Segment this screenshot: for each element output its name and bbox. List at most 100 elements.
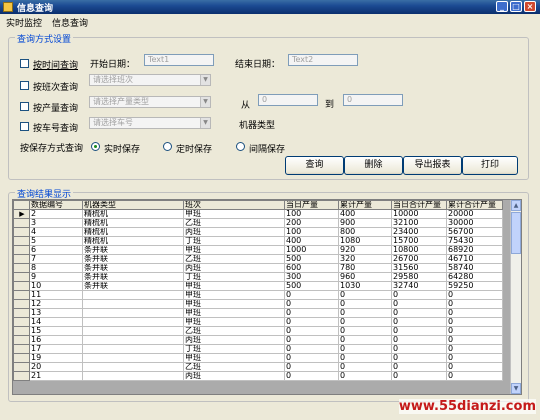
table-row[interactable]: 14 甲班 0 0 0 0	[13, 317, 503, 327]
table-cell[interactable]: 58740	[446, 263, 503, 273]
table-cell[interactable]: 0	[391, 362, 447, 372]
table-cell[interactable]: 0	[338, 299, 392, 309]
table-row[interactable]: 5 精梳机 丁班 400 1080 15700 75430	[13, 236, 503, 246]
query-button[interactable]: 查询	[285, 156, 344, 175]
table-cell[interactable]: 甲班	[183, 353, 285, 363]
scroll-up-icon[interactable]: ▲	[511, 200, 521, 211]
table-cell[interactable]: 500	[284, 254, 339, 264]
table-cell[interactable]: 0	[284, 308, 339, 318]
table-cell[interactable]: 0	[284, 362, 339, 372]
table-cell[interactable]: 丙班	[183, 227, 285, 237]
table-cell[interactable]: 10000	[391, 209, 447, 219]
table-cell[interactable]: 0	[338, 335, 392, 345]
table-cell[interactable]	[82, 371, 184, 381]
table-cell[interactable]: 0	[446, 299, 503, 309]
table-cell[interactable]: 400	[338, 209, 392, 219]
interval-save-radio[interactable]	[236, 142, 245, 151]
table-cell[interactable]: 10	[29, 281, 83, 291]
table-cell[interactable]: 0	[338, 362, 392, 372]
table-cell[interactable]: 46710	[446, 254, 503, 264]
table-cell[interactable]: 乙班	[183, 326, 285, 336]
table-cell[interactable]: 600	[284, 263, 339, 273]
row-selector[interactable]	[13, 254, 30, 264]
table-cell[interactable]: 59250	[446, 281, 503, 291]
table-cell[interactable]: 丁班	[183, 344, 285, 354]
table-cell[interactable]: 0	[391, 299, 447, 309]
row-selector[interactable]: ▶	[13, 209, 30, 219]
table-cell[interactable]: 0	[284, 299, 339, 309]
chevron-down-icon[interactable]: ▼	[200, 75, 210, 85]
table-cell[interactable]	[82, 344, 184, 354]
table-row[interactable]: 10 条并联 甲班 500 1030 32740 59250	[13, 281, 503, 291]
by-time-checkbox[interactable]	[20, 59, 29, 68]
table-cell[interactable]: 乙班	[183, 254, 285, 264]
shift-select[interactable]: 请选择班次 ▼	[89, 74, 211, 86]
table-cell[interactable]: 0	[446, 326, 503, 336]
column-header[interactable]: 累计产量	[338, 200, 392, 210]
vehicle-select[interactable]: 请选择车号 ▼	[89, 117, 211, 129]
table-cell[interactable]: 0	[391, 371, 447, 381]
table-row[interactable]: ▶ 2 精梳机 甲班 100 400 10000 20000	[13, 209, 503, 219]
table-cell[interactable]: 0	[391, 326, 447, 336]
table-cell[interactable]: 精梳机	[82, 227, 184, 237]
timed-save-radio[interactable]	[163, 142, 172, 151]
row-selector[interactable]	[13, 236, 30, 246]
table-row[interactable]: 19 甲班 0 0 0 0	[13, 353, 503, 363]
delete-button[interactable]: 删除	[344, 156, 403, 175]
to-input[interactable]: 0	[343, 94, 403, 106]
table-cell[interactable]: 32100	[391, 218, 447, 228]
table-cell[interactable]: 甲班	[183, 317, 285, 327]
table-row[interactable]: 11 甲班 0 0 0 0	[13, 290, 503, 300]
vertical-scrollbar[interactable]: ▲ ▼	[510, 200, 521, 394]
row-selector[interactable]	[13, 335, 30, 345]
menu-realtime-monitor[interactable]: 实时监控	[6, 16, 42, 29]
table-cell[interactable]: 17	[29, 344, 83, 354]
table-cell[interactable]: 丙班	[183, 335, 285, 345]
by-vehicle-checkbox[interactable]	[20, 122, 29, 131]
table-cell[interactable]: 0	[284, 290, 339, 300]
table-cell[interactable]: 0	[391, 308, 447, 318]
table-cell[interactable]: 7	[29, 254, 83, 264]
table-cell[interactable]: 100	[284, 227, 339, 237]
from-input[interactable]: 0	[258, 94, 318, 106]
table-row[interactable]: 9 条并联 丁班 300 960 29580 64280	[13, 272, 503, 282]
table-row[interactable]: 7 条并联 乙班 500 320 26700 46710	[13, 254, 503, 264]
scroll-down-icon[interactable]: ▼	[511, 383, 521, 394]
table-cell[interactable]: 条并联	[82, 245, 184, 255]
table-cell[interactable]: 68920	[446, 245, 503, 255]
table-cell[interactable]: 10800	[391, 245, 447, 255]
table-cell[interactable]: 精梳机	[82, 236, 184, 246]
column-header[interactable]: 班次	[183, 200, 285, 210]
print-button[interactable]: 打印	[462, 156, 518, 175]
table-cell[interactable]: 甲班	[183, 308, 285, 318]
table-cell[interactable]: 30000	[446, 218, 503, 228]
table-cell[interactable]	[82, 335, 184, 345]
table-cell[interactable]: 400	[284, 236, 339, 246]
table-cell[interactable]: 甲班	[183, 209, 285, 219]
table-cell[interactable]: 32740	[391, 281, 447, 291]
table-cell[interactable]: 1000	[284, 245, 339, 255]
row-selector[interactable]	[13, 362, 30, 372]
table-cell[interactable]: 0	[446, 335, 503, 345]
results-grid[interactable]: 数据编号 机器类型 班次 当日产量 累计产量 当日合计产量 累计合计产量 ▶ 2 精…	[12, 199, 522, 395]
table-cell[interactable]: 条并联	[82, 281, 184, 291]
table-cell[interactable]: 920	[338, 245, 392, 255]
table-cell[interactable]: 16	[29, 335, 83, 345]
table-cell[interactable]: 0	[391, 335, 447, 345]
table-cell[interactable]: 56700	[446, 227, 503, 237]
table-row[interactable]: 21 丙班 0 0 0 0	[13, 371, 503, 381]
table-cell[interactable]: 丙班	[183, 371, 285, 381]
table-cell[interactable]: 0	[446, 308, 503, 318]
table-cell[interactable]: 800	[338, 227, 392, 237]
chevron-down-icon[interactable]: ▼	[200, 97, 210, 107]
table-cell[interactable]: 0	[338, 317, 392, 327]
table-cell[interactable]: 条并联	[82, 272, 184, 282]
table-cell[interactable]: 乙班	[183, 218, 285, 228]
table-cell[interactable]: 100	[284, 209, 339, 219]
row-selector[interactable]	[13, 281, 30, 291]
table-cell[interactable]: 甲班	[183, 245, 285, 255]
column-header[interactable]: 当日产量	[284, 200, 339, 210]
table-cell[interactable]: 丙班	[183, 263, 285, 273]
table-cell[interactable]: 0	[284, 335, 339, 345]
table-cell[interactable]: 960	[338, 272, 392, 282]
